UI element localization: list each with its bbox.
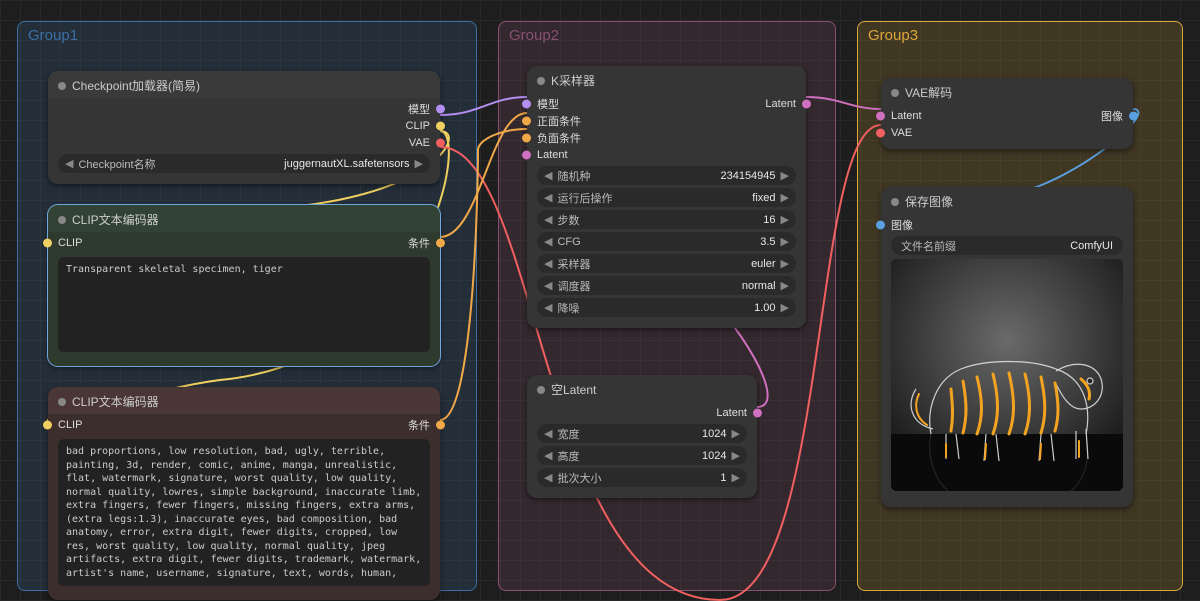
in-latent-socket[interactable] xyxy=(522,150,531,159)
node-clip-neg-header[interactable]: CLIP文本编码器 xyxy=(48,387,440,414)
denoise-widget[interactable]: ◀降噪1.00▶ xyxy=(537,298,796,317)
out-clip-socket[interactable] xyxy=(436,121,445,130)
in-latent-label: Latent xyxy=(891,110,922,122)
chevron-right-icon[interactable]: ▶ xyxy=(412,157,426,170)
in-image-socket[interactable] xyxy=(876,220,885,229)
out-cond-socket[interactable] xyxy=(436,420,445,429)
node-checkpoint-header[interactable]: Checkpoint加载器(简易) xyxy=(48,71,440,98)
in-clip-label: CLIP xyxy=(58,419,82,431)
output-image-preview[interactable] xyxy=(891,259,1123,491)
in-pos-socket[interactable] xyxy=(522,116,531,125)
sampler-widget[interactable]: ◀采样器euler▶ xyxy=(537,254,796,273)
in-clip-socket[interactable] xyxy=(43,420,52,429)
in-vae-label: VAE xyxy=(891,127,912,139)
node-ksampler-header[interactable]: K采样器 xyxy=(527,66,806,93)
node-clip-pos-header[interactable]: CLIP文本编码器 xyxy=(48,205,440,232)
node-saveimage-header[interactable]: 保存图像 xyxy=(881,187,1133,214)
node-title: 空Latent xyxy=(551,381,596,398)
out-latent-label: Latent xyxy=(716,407,747,419)
height-widget[interactable]: ◀高度1024▶ xyxy=(537,446,747,465)
node-title: K采样器 xyxy=(551,72,595,89)
node-title: 保存图像 xyxy=(905,193,953,210)
in-neg-label: 负面条件 xyxy=(537,130,581,146)
scheduler-widget[interactable]: ◀调度器normal▶ xyxy=(537,276,796,295)
checkpoint-name-widget[interactable]: ◀Checkpoint名称juggernautXL.safetensors▶ xyxy=(58,154,430,173)
in-latent-socket[interactable] xyxy=(876,111,885,120)
out-image-label: 图像 xyxy=(1101,108,1123,124)
positive-prompt-text[interactable]: Transparent skeletal specimen, tiger xyxy=(58,257,430,352)
out-vae-label: VAE xyxy=(409,137,430,149)
out-image-socket[interactable] xyxy=(1129,111,1138,120)
in-model-label: 模型 xyxy=(537,96,559,112)
in-latent-label: Latent xyxy=(537,149,568,161)
out-model-label: 模型 xyxy=(408,101,430,117)
filename-prefix-widget[interactable]: 文件名前缀ComfyUI xyxy=(891,236,1123,255)
group3-title: Group3 xyxy=(858,25,1182,44)
in-pos-label: 正面条件 xyxy=(537,113,581,129)
width-widget[interactable]: ◀宽度1024▶ xyxy=(537,424,747,443)
in-neg-socket[interactable] xyxy=(522,133,531,142)
in-clip-socket[interactable] xyxy=(43,238,52,247)
in-vae-socket[interactable] xyxy=(876,128,885,137)
cfg-widget[interactable]: ◀CFG3.5▶ xyxy=(537,232,796,251)
node-vaedecode-header[interactable]: VAE解码 xyxy=(881,78,1133,105)
node-title: VAE解码 xyxy=(905,84,952,101)
in-image-label: 图像 xyxy=(891,217,913,233)
in-model-socket[interactable] xyxy=(522,99,531,108)
negative-prompt-text[interactable]: bad proportions, low resolution, bad, ug… xyxy=(58,439,430,586)
chevron-left-icon[interactable]: ◀ xyxy=(62,157,76,170)
node-title: CLIP文本编码器 xyxy=(72,211,159,228)
out-cond-label: 条件 xyxy=(408,417,430,433)
seed-widget[interactable]: ◀随机种234154945▶ xyxy=(537,166,796,185)
out-vae-socket[interactable] xyxy=(436,138,445,147)
in-clip-label: CLIP xyxy=(58,237,82,249)
node-empty-latent-header[interactable]: 空Latent xyxy=(527,375,757,402)
node-title: Checkpoint加载器(简易) xyxy=(72,77,200,94)
group2-title: Group2 xyxy=(499,25,835,44)
out-latent-socket[interactable] xyxy=(802,99,811,108)
group1-title: Group1 xyxy=(18,25,476,44)
out-latent-label: Latent xyxy=(765,98,796,110)
steps-widget[interactable]: ◀步数16▶ xyxy=(537,210,796,229)
node-title: CLIP文本编码器 xyxy=(72,393,159,410)
out-model-socket[interactable] xyxy=(436,104,445,113)
out-cond-label: 条件 xyxy=(408,235,430,251)
out-clip-label: CLIP xyxy=(406,120,430,132)
batch-widget[interactable]: ◀批次大小1▶ xyxy=(537,468,747,487)
out-latent-socket[interactable] xyxy=(753,408,762,417)
after-widget[interactable]: ◀运行后操作fixed▶ xyxy=(537,188,796,207)
out-cond-socket[interactable] xyxy=(436,238,445,247)
